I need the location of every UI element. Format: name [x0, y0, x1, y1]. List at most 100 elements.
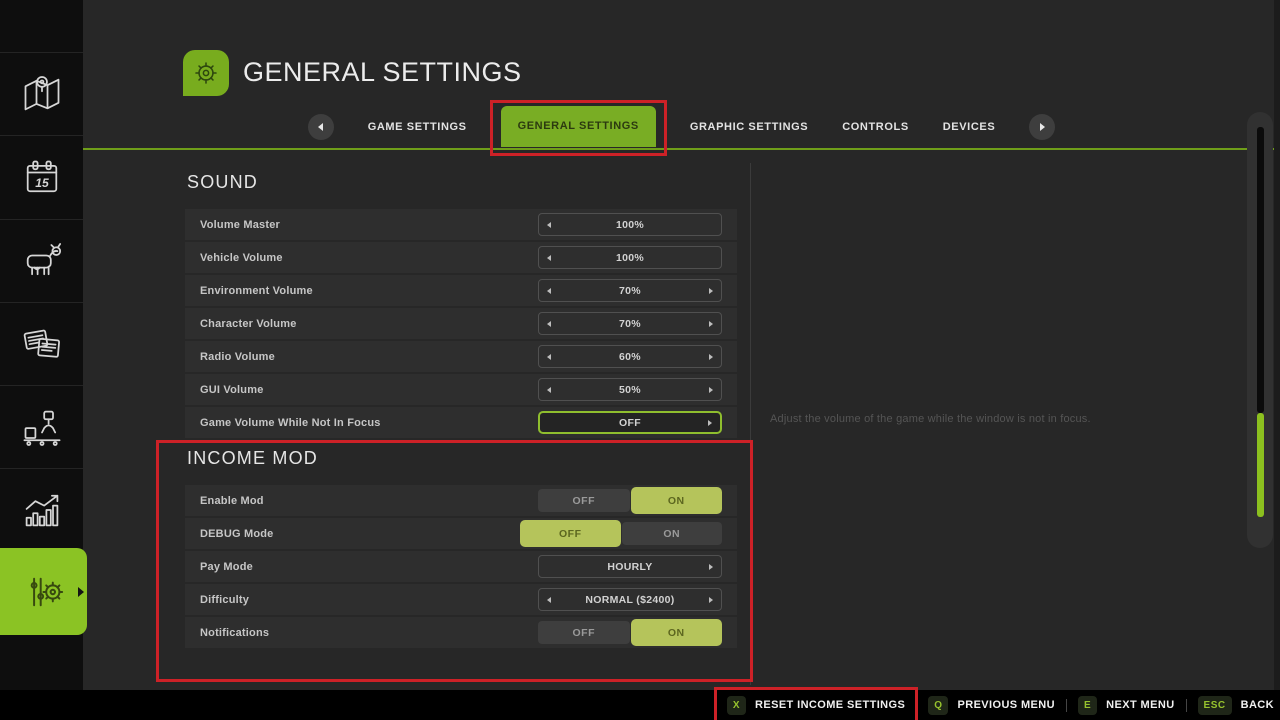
- row-control: OFFON: [538, 522, 722, 545]
- tab-list: GAME SETTINGS GENERAL SETTINGS GRAPHIC SET…: [368, 106, 996, 147]
- value-selector[interactable]: 50%: [538, 378, 722, 401]
- scrollbar-track: [1257, 127, 1264, 413]
- general-settings-screen: 15: [0, 0, 1280, 720]
- active-item-notch: [78, 587, 84, 597]
- page-title: GENERAL SETTINGS: [243, 57, 522, 88]
- sidebar-item-calendar[interactable]: 15: [0, 137, 83, 220]
- calendar-icon: 15: [20, 156, 64, 200]
- toggle-on-button[interactable]: ON: [631, 487, 723, 514]
- row-label: Radio Volume: [200, 351, 275, 363]
- page-icon: [183, 50, 229, 96]
- tabs-prev-button[interactable]: [308, 114, 334, 140]
- decrease-arrow-icon[interactable]: [547, 597, 551, 603]
- section-title-income-mod: INCOME MOD: [187, 448, 737, 469]
- value-selector[interactable]: 70%: [538, 312, 722, 335]
- tab-graphic-settings[interactable]: GRAPHIC SETTINGS: [690, 121, 808, 133]
- row-label: Pay Mode: [200, 561, 253, 573]
- sidebar-item-settings[interactable]: [0, 548, 87, 635]
- toggle-off-button[interactable]: OFF: [538, 621, 630, 644]
- key-badge-x: X: [727, 696, 746, 715]
- selector-value: OFF: [540, 417, 720, 429]
- tab-game-settings[interactable]: GAME SETTINGS: [368, 121, 467, 133]
- row-label: Vehicle Volume: [200, 252, 283, 264]
- settings-row-gui-volume: GUI Volume 50%: [185, 374, 737, 405]
- calendar-day-label: 15: [35, 176, 49, 190]
- sidebar-item-animals[interactable]: [0, 220, 83, 303]
- decrease-arrow-icon[interactable]: [547, 288, 551, 294]
- settings-row-volume-master: Volume Master100%: [185, 209, 737, 240]
- footer-item-back[interactable]: ESCBACK: [1198, 696, 1274, 715]
- sidebar-item-production[interactable]: [0, 386, 83, 469]
- sidebar-item-statistics[interactable]: [0, 469, 83, 552]
- settings-sliders-gear-icon: [22, 570, 66, 614]
- row-control: HOURLY: [538, 555, 722, 578]
- value-selector[interactable]: 100%: [538, 246, 722, 269]
- value-selector[interactable]: 100%: [538, 213, 722, 236]
- footer-label: NEXT MENU: [1106, 699, 1174, 711]
- settings-row-pay-mode: Pay Mode HOURLY: [185, 551, 737, 582]
- increase-arrow-icon[interactable]: [709, 597, 713, 603]
- row-label: Game Volume While Not In Focus: [200, 417, 381, 429]
- selector-value: NORMAL ($2400): [539, 594, 721, 606]
- toggle-on-button[interactable]: ON: [622, 522, 723, 545]
- sidebar-item-map[interactable]: [0, 53, 83, 136]
- tab-controls[interactable]: CONTROLS: [842, 121, 909, 133]
- gear-icon: [186, 53, 226, 93]
- selector-value: 100%: [539, 252, 721, 264]
- sidebar: 15: [0, 0, 83, 690]
- footer-separator: [1066, 699, 1067, 712]
- toggle-on-button[interactable]: ON: [631, 619, 723, 646]
- selector-value: HOURLY: [539, 561, 721, 573]
- decrease-arrow-icon[interactable]: [547, 387, 551, 393]
- value-selector[interactable]: 70%: [538, 279, 722, 302]
- decrease-arrow-icon[interactable]: [547, 354, 551, 360]
- value-selector[interactable]: NORMAL ($2400): [538, 588, 722, 611]
- increase-arrow-icon[interactable]: [709, 354, 713, 360]
- map-icon: [20, 72, 64, 116]
- column-divider: [750, 163, 751, 685]
- footer-item-previous-menu[interactable]: QPREVIOUS MENU: [928, 696, 1055, 715]
- increase-arrow-icon[interactable]: [708, 420, 712, 426]
- row-label: GUI Volume: [200, 384, 264, 396]
- tab-devices[interactable]: DEVICES: [943, 121, 996, 133]
- toggle-off-button[interactable]: OFF: [538, 489, 630, 512]
- chevron-left-icon: [318, 123, 323, 131]
- row-label: Difficulty: [200, 594, 249, 606]
- scrollbar-thumb[interactable]: [1257, 413, 1264, 517]
- settings-row-notifications: NotificationsOFFON: [185, 617, 737, 648]
- tabs-next-button[interactable]: [1029, 114, 1055, 140]
- footer-bar: XRESET INCOME SETTINGS QPREVIOUS MENU ENEX…: [0, 690, 1280, 720]
- value-selector[interactable]: HOURLY: [538, 555, 722, 578]
- increase-arrow-icon[interactable]: [709, 288, 713, 294]
- increase-arrow-icon[interactable]: [709, 321, 713, 327]
- row-label: Enable Mod: [200, 495, 264, 507]
- row-control: OFF: [538, 411, 722, 434]
- footer-item-next-menu[interactable]: ENEXT MENU: [1078, 696, 1175, 715]
- decrease-arrow-icon[interactable]: [547, 222, 551, 228]
- footer-label: BACK: [1241, 699, 1274, 711]
- decrease-arrow-icon[interactable]: [547, 255, 551, 261]
- row-control: 70%: [538, 312, 722, 335]
- toggle-group: OFFON: [538, 489, 722, 512]
- row-control: 60%: [538, 345, 722, 368]
- row-control: OFFON: [538, 621, 722, 644]
- row-control: OFFON: [538, 489, 722, 512]
- section-title-sound: SOUND: [187, 172, 737, 193]
- toggle-off-button[interactable]: OFF: [520, 520, 621, 547]
- settings-row-character-volume: Character Volume70%: [185, 308, 737, 339]
- settings-row-debug-mode: DEBUG ModeOFFON: [185, 518, 737, 549]
- tabbar-underline: [83, 148, 1280, 150]
- settings-row-enable-mod: Enable Mod OFFON: [185, 485, 737, 516]
- value-selector[interactable]: 60%: [538, 345, 722, 368]
- footer-separator: [1186, 699, 1187, 712]
- decrease-arrow-icon[interactable]: [547, 321, 551, 327]
- increase-arrow-icon[interactable]: [709, 387, 713, 393]
- settings-row-game-volume-while-not-in-focus: Game Volume While Not In Focus OFF: [185, 407, 737, 438]
- footer-item-reset-income-settings[interactable]: XRESET INCOME SETTINGS: [727, 696, 905, 715]
- increase-arrow-icon[interactable]: [709, 564, 713, 570]
- selector-value: 60%: [539, 351, 721, 363]
- tab-general-settings[interactable]: GENERAL SETTINGS: [501, 106, 656, 147]
- sidebar-item-contracts[interactable]: [0, 303, 83, 386]
- value-selector[interactable]: OFF: [538, 411, 722, 434]
- selector-value: 70%: [539, 285, 721, 297]
